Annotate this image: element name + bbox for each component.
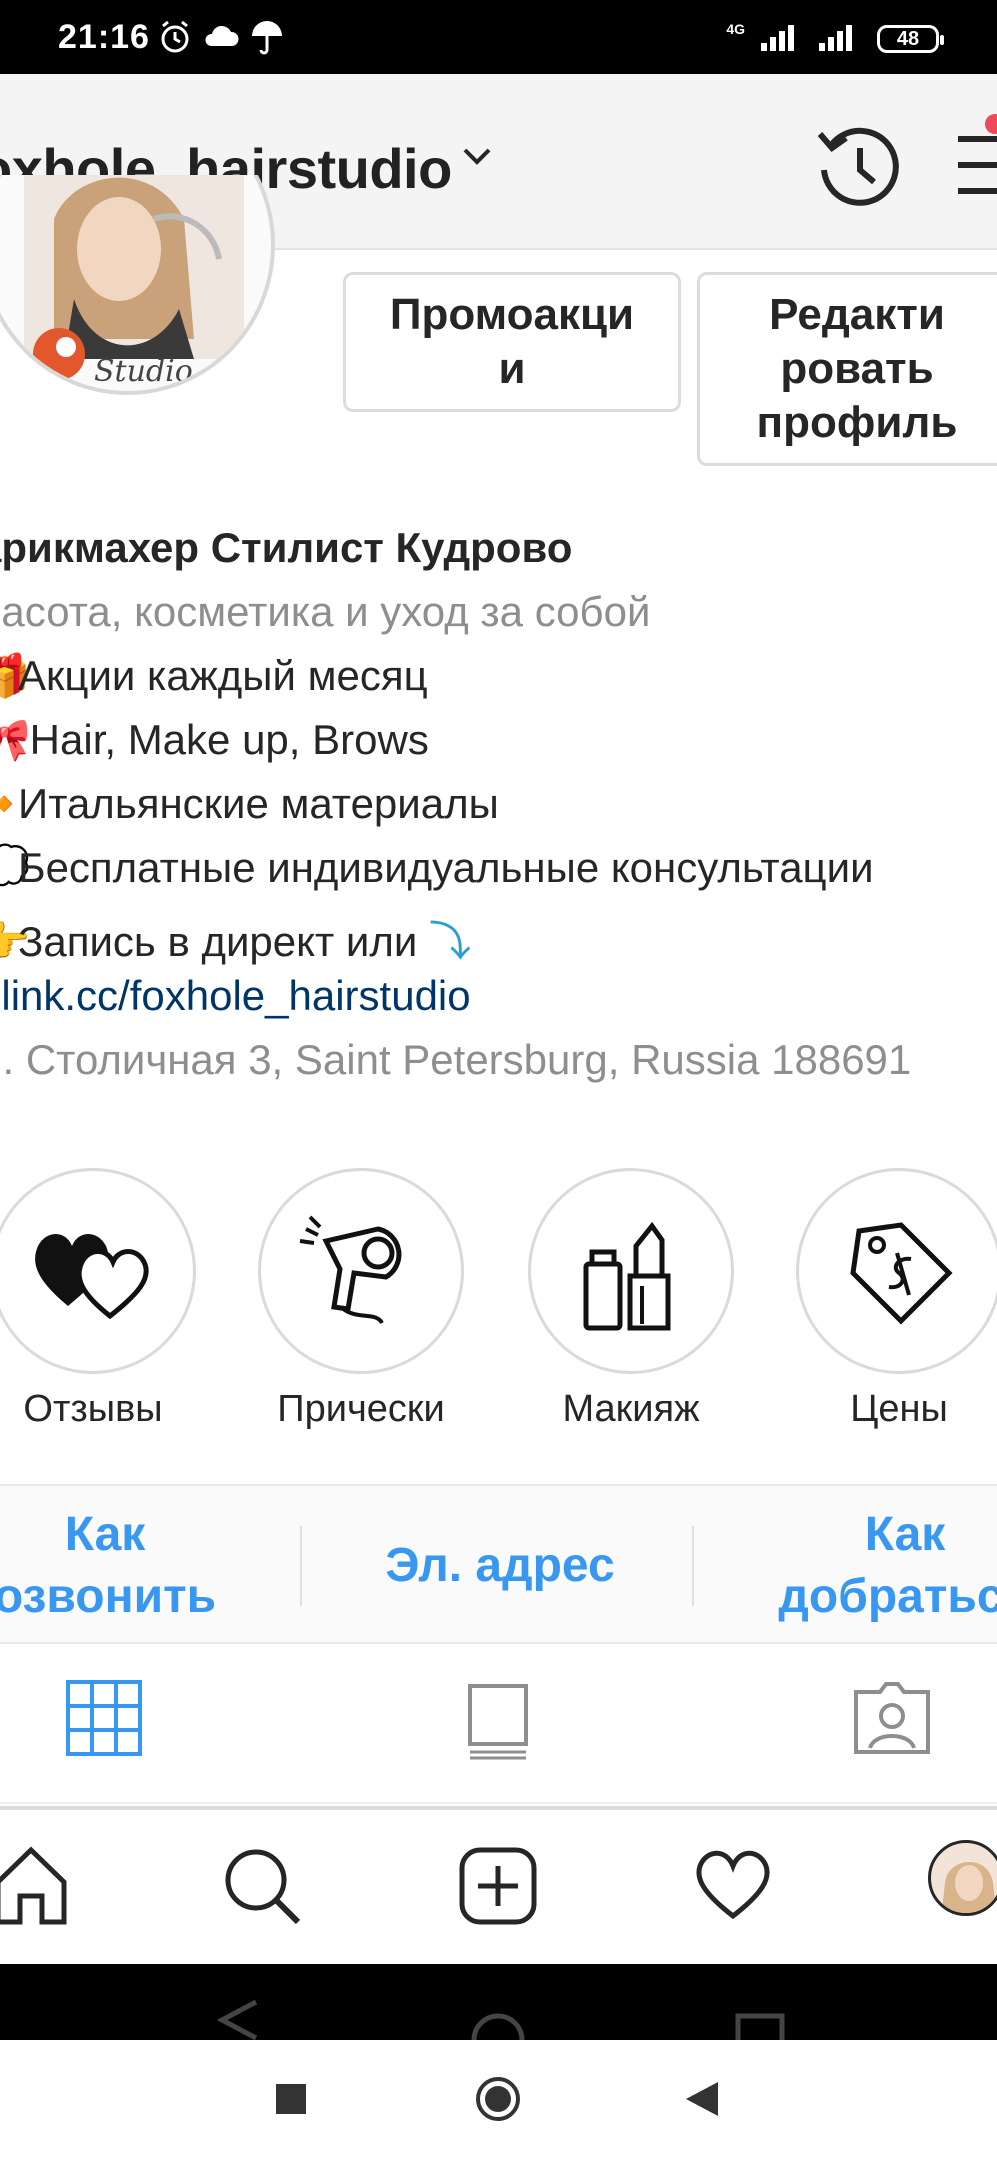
highlight-hairstyles[interactable]: Прически (258, 1168, 464, 1431)
feed-icon[interactable] (466, 1680, 530, 1765)
divider (692, 1526, 694, 1606)
umbrella-icon (250, 20, 284, 61)
bottom-navigation (0, 1806, 997, 1964)
status-bar: 21:16 4G 48 (0, 0, 997, 74)
highlight-makeup[interactable]: Макияж (528, 1168, 734, 1431)
bio-line-1: 🎁Акции каждый месяц (0, 652, 428, 701)
contact-bar: Как озвонить Эл. адрес Как добраться (0, 1484, 997, 1644)
lipstick-icon (528, 1168, 734, 1374)
search-icon[interactable] (222, 1846, 302, 1931)
profile-avatar[interactable]: Studio (0, 175, 275, 400)
highlight-label: Отзывы (23, 1388, 163, 1430)
bio-name: арикмахер Стилист Кудрово (0, 524, 573, 571)
tagged-icon[interactable] (852, 1680, 932, 1761)
bio-line-text: Hair, Make up, Brows (18, 716, 429, 763)
new-post-icon[interactable] (458, 1846, 538, 1931)
highlight-label: Макияж (562, 1388, 700, 1430)
ribbon-emoji: 🎀 (0, 716, 31, 763)
hearts-icon (0, 1168, 196, 1374)
promotions-button[interactable]: Промоакци и (343, 272, 681, 412)
back-button[interactable] (686, 2082, 718, 2121)
highlight-prices[interactable]: Цены (796, 1168, 997, 1431)
svg-text:Studio: Studio (94, 354, 193, 389)
bio-line-2: 🎀 Hair, Make up, Brows (0, 716, 429, 765)
call-button[interactable]: Как озвонить (0, 1486, 270, 1646)
pointing-emoji: 👉 (0, 918, 31, 965)
bio-line-text: Акции каждый месяц (18, 652, 428, 699)
bio-line-4: 💭Бесплатные индивидуальные консультации (0, 844, 874, 893)
bio-category: расота, косметика и уход за собой (0, 588, 651, 635)
chevron-down-icon[interactable] (460, 144, 494, 173)
menu-icon[interactable] (958, 128, 997, 209)
highlight-label: Прически (277, 1388, 445, 1430)
bio-link[interactable]: plink.cc/foxhole_hairstudio (0, 972, 471, 1020)
hairdryer-icon (258, 1168, 464, 1374)
battery-indicator: 48 (877, 25, 944, 53)
bio-line-text: Бесплатные индивидуальные консультации (18, 844, 874, 891)
bio-line-5: 👉Запись в директ или ⤵ (0, 908, 471, 969)
thought-emoji: 💭 (0, 844, 31, 891)
bio-address[interactable]: л. Столичная 3, Saint Petersburg, Russia… (0, 1036, 911, 1084)
archive-history-icon[interactable] (812, 120, 908, 221)
grid-icon[interactable] (66, 1680, 142, 1761)
highlight-label: Цены (850, 1388, 948, 1430)
system-nav-bar-inner (0, 1964, 997, 2067)
edit-profile-button[interactable]: Редакти ровать профиль (697, 272, 997, 466)
signal-icon-2 (819, 23, 861, 56)
home-button[interactable] (475, 2076, 521, 2127)
heart-icon[interactable] (692, 1846, 774, 1927)
network-type-label: 4G (726, 21, 745, 37)
status-time: 21:16 (58, 18, 150, 56)
home-icon[interactable] (0, 1846, 68, 1931)
bio-line-text: Итальянские материалы (18, 780, 499, 827)
status-indicators: 4G 48 (726, 21, 944, 56)
gift-emoji: 🎁 (0, 652, 31, 699)
profile-content-tabs (0, 1644, 997, 1804)
alarm-icon (158, 20, 192, 59)
profile-avatar-icon[interactable] (928, 1840, 997, 1916)
price-tag-icon (796, 1168, 997, 1374)
bio-line-text: Запись в директ или (18, 918, 418, 965)
directions-button[interactable]: Как добраться (740, 1486, 997, 1646)
cloud-icon (202, 20, 240, 59)
divider (300, 1526, 302, 1606)
diamond-emoji: 🔸 (0, 780, 31, 827)
bio-line-3: 🔸Итальянские материалы (0, 780, 499, 829)
highlight-reviews[interactable]: Отзывы (0, 1168, 196, 1431)
email-button[interactable]: Эл. адрес (330, 1486, 670, 1646)
arrow-down-emoji: ⤵ (429, 918, 472, 965)
recents-button[interactable] (276, 2084, 306, 2119)
signal-icon (761, 23, 803, 56)
system-nav-bar (0, 2040, 997, 2160)
